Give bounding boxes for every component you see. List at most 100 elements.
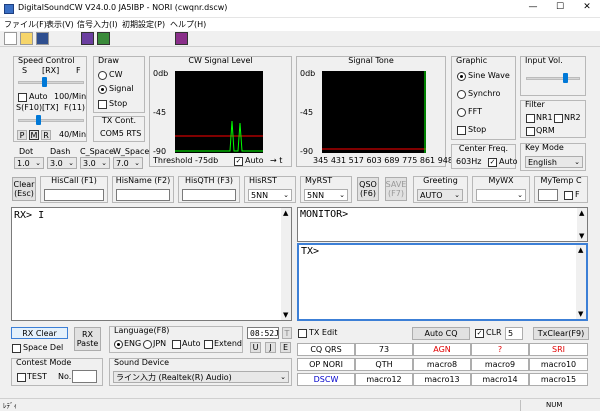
menu-settings[interactable]: 初期設定(P) — [122, 19, 165, 30]
close-button[interactable]: ✕ — [576, 2, 598, 12]
graphic-fft-radio[interactable] — [457, 108, 466, 117]
monitor-scrollbar[interactable]: ▲ ▼ — [577, 208, 587, 241]
menu-signal-input[interactable]: 信号入力(I) — [77, 19, 118, 30]
rx-speed-slider[interactable] — [18, 81, 84, 84]
macro-15[interactable]: macro15 — [529, 373, 588, 386]
macro-12[interactable]: macro12 — [355, 373, 413, 386]
graphic-sine-radio[interactable] — [457, 72, 466, 81]
rx-paste-button[interactable]: RX Paste — [74, 327, 101, 351]
dot-select[interactable]: 1.0 ⌄ — [14, 157, 44, 169]
new-file-icon[interactable] — [4, 32, 17, 45]
mywx-select[interactable]: ⌄ — [476, 189, 526, 201]
rx-text-area[interactable]: RX> I ▲ ▼ — [11, 207, 292, 321]
time-j-button[interactable]: J — [265, 342, 276, 353]
nr1-checkbox[interactable] — [526, 114, 535, 123]
open-folder-icon[interactable] — [20, 32, 33, 45]
monitor-area[interactable]: MONITOR> ▲ ▼ — [297, 207, 588, 242]
graphic-synchro-radio[interactable] — [457, 90, 466, 99]
rx-speed-thumb[interactable] — [42, 77, 47, 87]
input-vol-slider[interactable] — [526, 77, 580, 80]
speed-m-button[interactable]: M — [29, 130, 39, 140]
menu-file[interactable]: ファイル(F) — [4, 19, 47, 30]
macro-op-nori[interactable]: OP NORI — [297, 358, 355, 371]
rx-scrollbar[interactable]: ▲ ▼ — [281, 208, 291, 320]
wspace-select[interactable]: 7.0 ⌄ — [113, 157, 143, 169]
save-icon[interactable] — [36, 32, 49, 45]
lang-extend-checkbox[interactable] — [204, 340, 213, 349]
macro-9[interactable]: macro9 — [471, 358, 529, 371]
greeting-select[interactable]: AUTO ⌄ — [417, 189, 463, 201]
auto-cq-button[interactable]: Auto CQ — [412, 327, 470, 340]
hisname-input[interactable] — [116, 189, 170, 201]
draw-stop-checkbox[interactable] — [98, 100, 107, 109]
save-button[interactable]: SAVE (F7) — [385, 177, 407, 201]
minimize-button[interactable]: — — [522, 2, 544, 12]
macro-10[interactable]: macro10 — [529, 358, 588, 371]
macro-dscw[interactable]: DSCW — [297, 373, 355, 386]
macro-8[interactable]: macro8 — [413, 358, 471, 371]
center-auto-checkbox[interactable]: ✓ — [488, 158, 497, 167]
input-vol-thumb[interactable] — [563, 73, 568, 83]
draw-signal-radio[interactable] — [98, 85, 107, 94]
fahrenheit-checkbox[interactable] — [564, 191, 573, 200]
tx-scrollbar[interactable]: ▲ ▼ — [576, 245, 586, 319]
clr-checkbox[interactable]: ✓ — [475, 329, 484, 338]
macro-qth[interactable]: QTH — [355, 358, 413, 371]
maximize-button[interactable]: ☐ — [549, 2, 571, 12]
macro-73[interactable]: 73 — [355, 343, 413, 356]
cw-auto-checkbox[interactable]: ✓ — [234, 157, 243, 166]
clr-count-select[interactable]: 5 — [505, 327, 523, 340]
hisrst-select[interactable]: 5NN ⌄ — [248, 189, 292, 201]
hiscall-input[interactable] — [44, 189, 104, 201]
auto-speed-checkbox[interactable] — [18, 93, 27, 102]
lang-eng-radio[interactable] — [114, 340, 123, 349]
graphic-stop-checkbox[interactable] — [457, 126, 466, 135]
qso-button[interactable]: QSO (F6) — [357, 177, 379, 201]
speed-r-button[interactable]: R — [41, 130, 51, 140]
time-t-button[interactable]: T — [282, 327, 292, 339]
cspace-select[interactable]: 3.0 ⌄ — [80, 157, 110, 169]
scroll-down-icon[interactable]: ▼ — [579, 232, 584, 240]
scroll-up-icon[interactable]: ▲ — [283, 209, 288, 217]
key-mode-select[interactable]: English ⌄ — [525, 156, 583, 168]
contest-no-input[interactable] — [72, 370, 97, 383]
draw-cw-radio[interactable] — [98, 71, 107, 80]
macro-cq-qrs[interactable]: CQ QRS — [297, 343, 355, 356]
qrm-checkbox[interactable] — [526, 127, 535, 136]
tx-speed-slider[interactable] — [18, 119, 84, 122]
sound-device-select[interactable]: ライン入力 (Realtek(R) Audio) ⌄ — [113, 371, 289, 383]
scroll-up-icon[interactable]: ▲ — [579, 209, 584, 217]
mytemp-input[interactable] — [538, 189, 558, 201]
tx-edit-checkbox[interactable] — [298, 329, 307, 338]
test-checkbox[interactable] — [17, 373, 26, 382]
window-icon-1[interactable] — [81, 32, 94, 45]
scroll-down-icon[interactable]: ▼ — [283, 311, 288, 319]
speed-p-button[interactable]: P — [17, 130, 27, 140]
menu-view[interactable]: 表示(V) — [46, 19, 74, 30]
monitor-icon[interactable] — [175, 32, 188, 45]
time-e-button[interactable]: E — [280, 342, 291, 353]
myrst-select[interactable]: 5NN ⌄ — [304, 189, 348, 201]
scroll-up-icon[interactable]: ▲ — [578, 246, 583, 254]
clear-button[interactable]: Clear (Esc) — [12, 177, 36, 201]
macro-agn[interactable]: AGN — [413, 343, 471, 356]
time-u-button[interactable]: U — [250, 342, 261, 353]
macro-question[interactable]: ? — [471, 343, 529, 356]
tx-text-area[interactable]: TX> ▲ ▼ — [297, 243, 588, 321]
lang-auto-checkbox[interactable] — [172, 340, 181, 349]
macro-13[interactable]: macro13 — [413, 373, 471, 386]
window-icon-2[interactable] — [97, 32, 110, 45]
macro-14[interactable]: macro14 — [471, 373, 529, 386]
dash-select[interactable]: 3.0 ⌄ — [47, 157, 77, 169]
space-del-checkbox[interactable] — [12, 344, 21, 353]
hisqth-input[interactable] — [182, 189, 236, 201]
nr2-checkbox[interactable] — [554, 114, 563, 123]
txclear-button[interactable]: TxClear(F9) — [533, 327, 589, 340]
tx-speed-thumb[interactable] — [36, 115, 41, 125]
rx-clear-button[interactable]: RX Clear — [11, 327, 68, 339]
lang-jpn-radio[interactable] — [143, 340, 152, 349]
menu-help[interactable]: ヘルプ(H) — [170, 19, 206, 30]
chevron-down-icon: ⌄ — [35, 159, 41, 167]
scroll-down-icon[interactable]: ▼ — [578, 310, 583, 318]
macro-sri[interactable]: SRI — [529, 343, 588, 356]
